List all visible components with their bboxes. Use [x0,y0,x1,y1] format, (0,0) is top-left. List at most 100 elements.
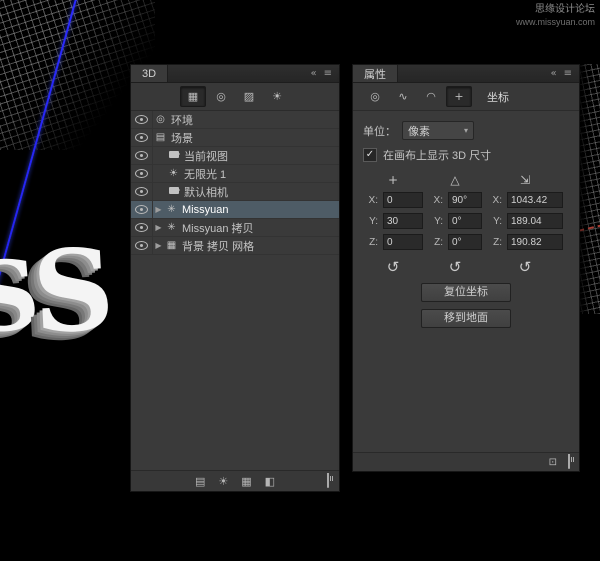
show-3d-size-label: 在画布上显示 3D 尺寸 [383,147,491,163]
meshes-icon: ◎ [216,90,226,103]
scale-z-label: Z: [487,237,502,248]
list-item-missyuan-copy[interactable]: ▶ ✳ Missyuan 拷贝 [131,219,339,237]
eye-icon [135,241,148,250]
deform-properties-icon: ∿ [398,90,407,103]
list-item-label: 场景 [171,130,193,146]
mesh-icon: ✳ [164,204,179,215]
position-z-field[interactable] [383,234,423,250]
visibility-toggle[interactable] [131,201,153,218]
list-item-missyuan[interactable]: ▶ ✳ Missyuan [131,201,339,219]
visibility-toggle[interactable] [131,147,153,164]
scale-y-field[interactable] [507,213,563,229]
visibility-toggle[interactable] [131,129,153,146]
expand-arrow-icon[interactable]: ▶ [153,205,164,214]
panel-properties-bottom-toolbar: ⊡ [353,452,579,471]
cap-properties-button[interactable]: ◠ [418,86,444,107]
delete-icon[interactable] [568,456,570,468]
panel-properties: 属性 « ≡ ◎ ∿ ◠ + 坐标 单位： 像素 ▾ ✓ 在画布上显示 3 [352,64,580,472]
reset-position-icon[interactable]: ↺ [363,258,423,276]
position-y-label: Y: [363,216,378,227]
tab-properties[interactable]: 属性 [353,65,398,82]
materials-icon: ▨ [244,90,254,103]
render-shadow-icon[interactable]: ◧ [265,475,275,488]
rotation-z-field[interactable] [448,234,482,250]
show-3d-size-checkbox[interactable]: ✓ [363,148,377,162]
list-item-label: 默认相机 [184,184,228,200]
3d-extruded-text[interactable]: SS [0,236,114,348]
list-item-background-copy-mesh[interactable]: ▶ ▦ 背景 拷贝 网格 [131,237,339,255]
unit-label: 单位： [363,123,396,139]
visibility-toggle[interactable] [131,165,153,182]
collapse-panel-icon[interactable]: « [310,68,316,79]
watermark-title: 思缘设计论坛 [516,4,595,16]
rotation-z-label: Z: [428,237,443,248]
expand-arrow-icon[interactable]: ▶ [153,241,164,250]
scale-z-field[interactable] [507,234,563,250]
visibility-toggle[interactable] [131,111,153,128]
list-item-label: 背景 拷贝 网格 [182,238,254,254]
properties-view-toolbar: ◎ ∿ ◠ + 坐标 [353,83,579,111]
eye-icon [135,205,148,214]
whole-scene-icon: ▦ [188,90,198,103]
new-material-icon[interactable]: ▦ [241,475,251,488]
rotation-x-field[interactable] [448,192,482,208]
coordinates-properties-button[interactable]: + [446,86,472,107]
reset-rotation-icon[interactable]: ↺ [428,258,482,276]
section-title: 坐标 [487,89,509,105]
collapse-panel-icon[interactable]: « [550,68,556,79]
position-y-field[interactable] [383,213,423,229]
position-column-icon: + [363,173,423,187]
visibility-toggle[interactable] [131,219,153,236]
list-item-default-camera[interactable]: 默认相机 [131,183,339,201]
rotation-y-field[interactable] [448,213,482,229]
eye-icon [135,151,148,160]
scale-y-label: Y: [487,216,502,227]
list-item-label: 当前视图 [184,148,228,164]
cap-properties-icon: ◠ [426,90,436,103]
photoshop-3d-workspace: SS 思缘设计论坛 www.missyuan.com 3D « ≡ ▦ ◎ ▨ … [0,0,600,561]
list-item-environment[interactable]: ◎ 环境 [131,111,339,129]
filter-meshes-button[interactable]: ◎ [208,86,234,107]
environment-icon: ◎ [153,114,168,125]
mesh-properties-icon: ◎ [370,90,380,103]
presets-icon[interactable]: ▤ [195,475,205,488]
filter-lights-button[interactable]: ☀ [264,86,290,107]
eye-icon [135,223,148,232]
new-light-icon[interactable]: ☀ [218,475,228,488]
properties-body: 单位： 像素 ▾ ✓ 在画布上显示 3D 尺寸 + △ ⇲ X: X: X: [353,111,579,328]
texture-icon: ▦ [164,240,179,251]
visibility-toggle[interactable] [131,237,153,254]
expand-arrow-icon[interactable]: ▶ [153,223,164,232]
scale-x-label: X: [487,195,502,206]
coordinates-icon: + [454,90,463,103]
mesh-icon: ✳ [164,222,179,233]
lights-icon: ☀ [272,90,282,103]
eye-icon [135,187,148,196]
move-to-ground-button[interactable]: 移到地面 [421,309,511,328]
list-item-current-view[interactable]: 当前视图 [131,147,339,165]
reset-scale-icon[interactable]: ↺ [487,258,563,276]
unit-dropdown[interactable]: 像素 ▾ [402,121,474,140]
filter-whole-scene-button[interactable]: ▦ [180,86,206,107]
list-item-label: Missyuan [182,204,228,216]
scene-icon: ▤ [153,132,168,143]
visibility-toggle[interactable] [131,183,153,200]
panel-3d-header: 3D « ≡ [131,65,339,83]
mesh-properties-button[interactable]: ◎ [362,86,388,107]
watermark: 思缘设计论坛 www.missyuan.com [516,4,595,28]
deform-properties-button[interactable]: ∿ [390,86,416,107]
position-x-field[interactable] [383,192,423,208]
clip-icon[interactable]: ⊡ [549,457,557,468]
list-item-scene[interactable]: ▤ 场景 [131,129,339,147]
reset-coordinates-button[interactable]: 复位坐标 [421,283,511,302]
delete-icon[interactable] [327,475,329,487]
panel-menu-icon[interactable]: ≡ [324,68,332,79]
light-icon: ☀ [166,168,181,179]
tab-3d[interactable]: 3D [131,65,168,82]
list-item-label: 无限光 1 [184,166,226,182]
panel-3d: 3D « ≡ ▦ ◎ ▨ ☀ ◎ 环境 ▤ 场景 [130,64,340,492]
list-item-infinite-light[interactable]: ☀ 无限光 1 [131,165,339,183]
filter-materials-button[interactable]: ▨ [236,86,262,107]
scale-x-field[interactable] [507,192,563,208]
panel-menu-icon[interactable]: ≡ [564,68,572,79]
